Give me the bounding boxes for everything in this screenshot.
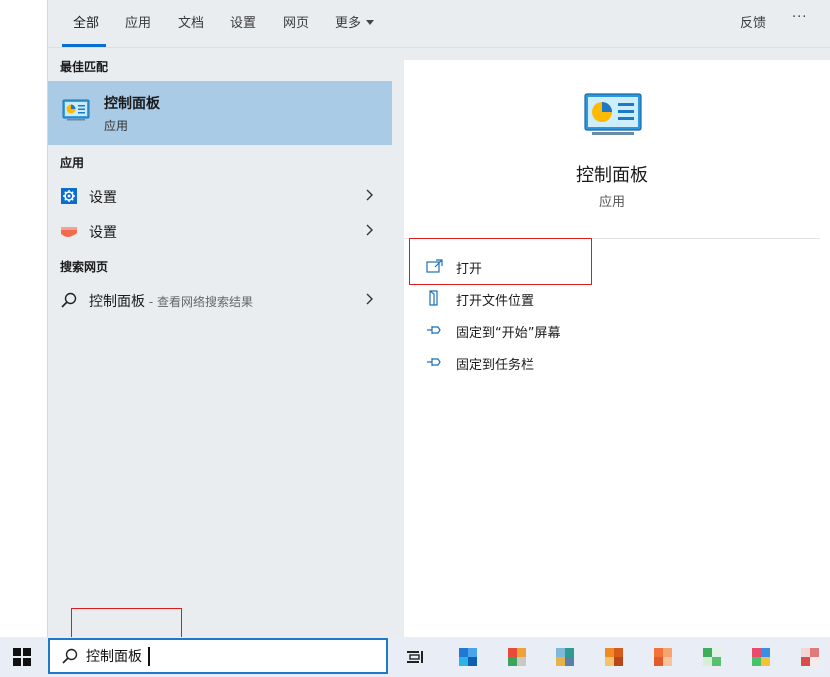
web-heading: 搜索网页: [60, 260, 109, 274]
pin-to-start-label: 固定到“开始”屏幕: [456, 326, 561, 341]
best-match-heading: 最佳匹配: [60, 60, 109, 74]
tab-documents[interactable]: 文档: [178, 12, 204, 31]
tab-all[interactable]: 全部: [73, 12, 99, 31]
web-result[interactable]: 控制面板 - 查看网络搜索结果: [48, 283, 392, 317]
best-match-title: 控制面板: [104, 96, 160, 112]
apps-heading: 应用: [60, 156, 85, 170]
tab-settings[interactable]: 设置: [230, 12, 256, 31]
pinned-app-icon[interactable]: [506, 646, 528, 668]
search-icon: [62, 648, 78, 664]
pinned-app-icon[interactable]: [701, 646, 723, 668]
pinned-app-icon[interactable]: [652, 646, 674, 668]
app-tile-icon: [61, 227, 77, 237]
task-view-icon[interactable]: [404, 646, 426, 668]
file-location-icon: [429, 290, 438, 306]
tabs-divider: [48, 47, 830, 48]
pin-to-taskbar-label: 固定到任务栏: [456, 358, 535, 373]
text-cursor: [148, 647, 150, 666]
pinned-app-icon[interactable]: [603, 646, 625, 668]
desktop-strip: [0, 0, 47, 637]
app-result-label: 设置: [89, 190, 117, 206]
pinned-app-icon[interactable]: [750, 646, 772, 668]
app-result-label: 设置: [89, 225, 117, 241]
chevron-down-icon: [366, 20, 375, 25]
control-panel-icon: [62, 99, 90, 121]
detail-title: 控制面板: [576, 165, 648, 186]
chevron-right-icon: [366, 224, 373, 236]
feedback-button[interactable]: 反馈: [740, 12, 766, 31]
best-match-item[interactable]: 控制面板 应用: [48, 81, 392, 145]
gear-icon: [61, 188, 77, 204]
detail-card: 控制面板 应用 打开 打开文件位置 固定到“开始”屏幕 固定到任务栏: [404, 60, 830, 637]
more-options-button[interactable]: ···: [792, 10, 807, 25]
tab-more[interactable]: 更多: [335, 12, 375, 31]
search-input[interactable]: [86, 645, 366, 667]
pin-icon: [427, 358, 441, 366]
taskbar: [0, 637, 830, 677]
app-result-settings-2[interactable]: 设置: [48, 214, 392, 248]
best-match-subtitle: 应用: [104, 119, 129, 133]
tab-more-label: 更多: [335, 16, 362, 31]
chevron-right-icon: [366, 293, 373, 305]
annotation-box-open: [409, 238, 592, 285]
pinned-app-icon[interactable]: [799, 646, 821, 668]
chevron-right-icon: [366, 189, 373, 201]
tab-apps[interactable]: 应用: [125, 12, 151, 31]
taskbar-search-box[interactable]: [48, 638, 388, 674]
pin-icon: [427, 326, 441, 334]
web-result-query: 控制面板: [89, 294, 145, 310]
app-result-settings[interactable]: 设置: [48, 179, 392, 213]
search-icon: [61, 292, 77, 308]
detail-subtitle: 应用: [598, 195, 625, 210]
search-flyout: 全部 应用 文档 设置 网页 更多 反馈 ··· 最佳匹配 控制面板 应用 应用: [47, 0, 830, 637]
open-file-location-label: 打开文件位置: [456, 294, 535, 309]
tab-web[interactable]: 网页: [283, 12, 309, 31]
edge-browser-icon[interactable]: [457, 646, 479, 668]
filter-tabs: 全部 应用 文档 设置 网页 更多 反馈 ···: [48, 0, 830, 48]
pinned-app-icon[interactable]: [554, 646, 576, 668]
web-result-suffix: - 查看网络搜索结果: [145, 295, 253, 309]
control-panel-icon: [584, 93, 642, 135]
web-result-label: 控制面板 - 查看网络搜索结果: [89, 291, 253, 311]
windows-start-icon[interactable]: [13, 648, 31, 666]
